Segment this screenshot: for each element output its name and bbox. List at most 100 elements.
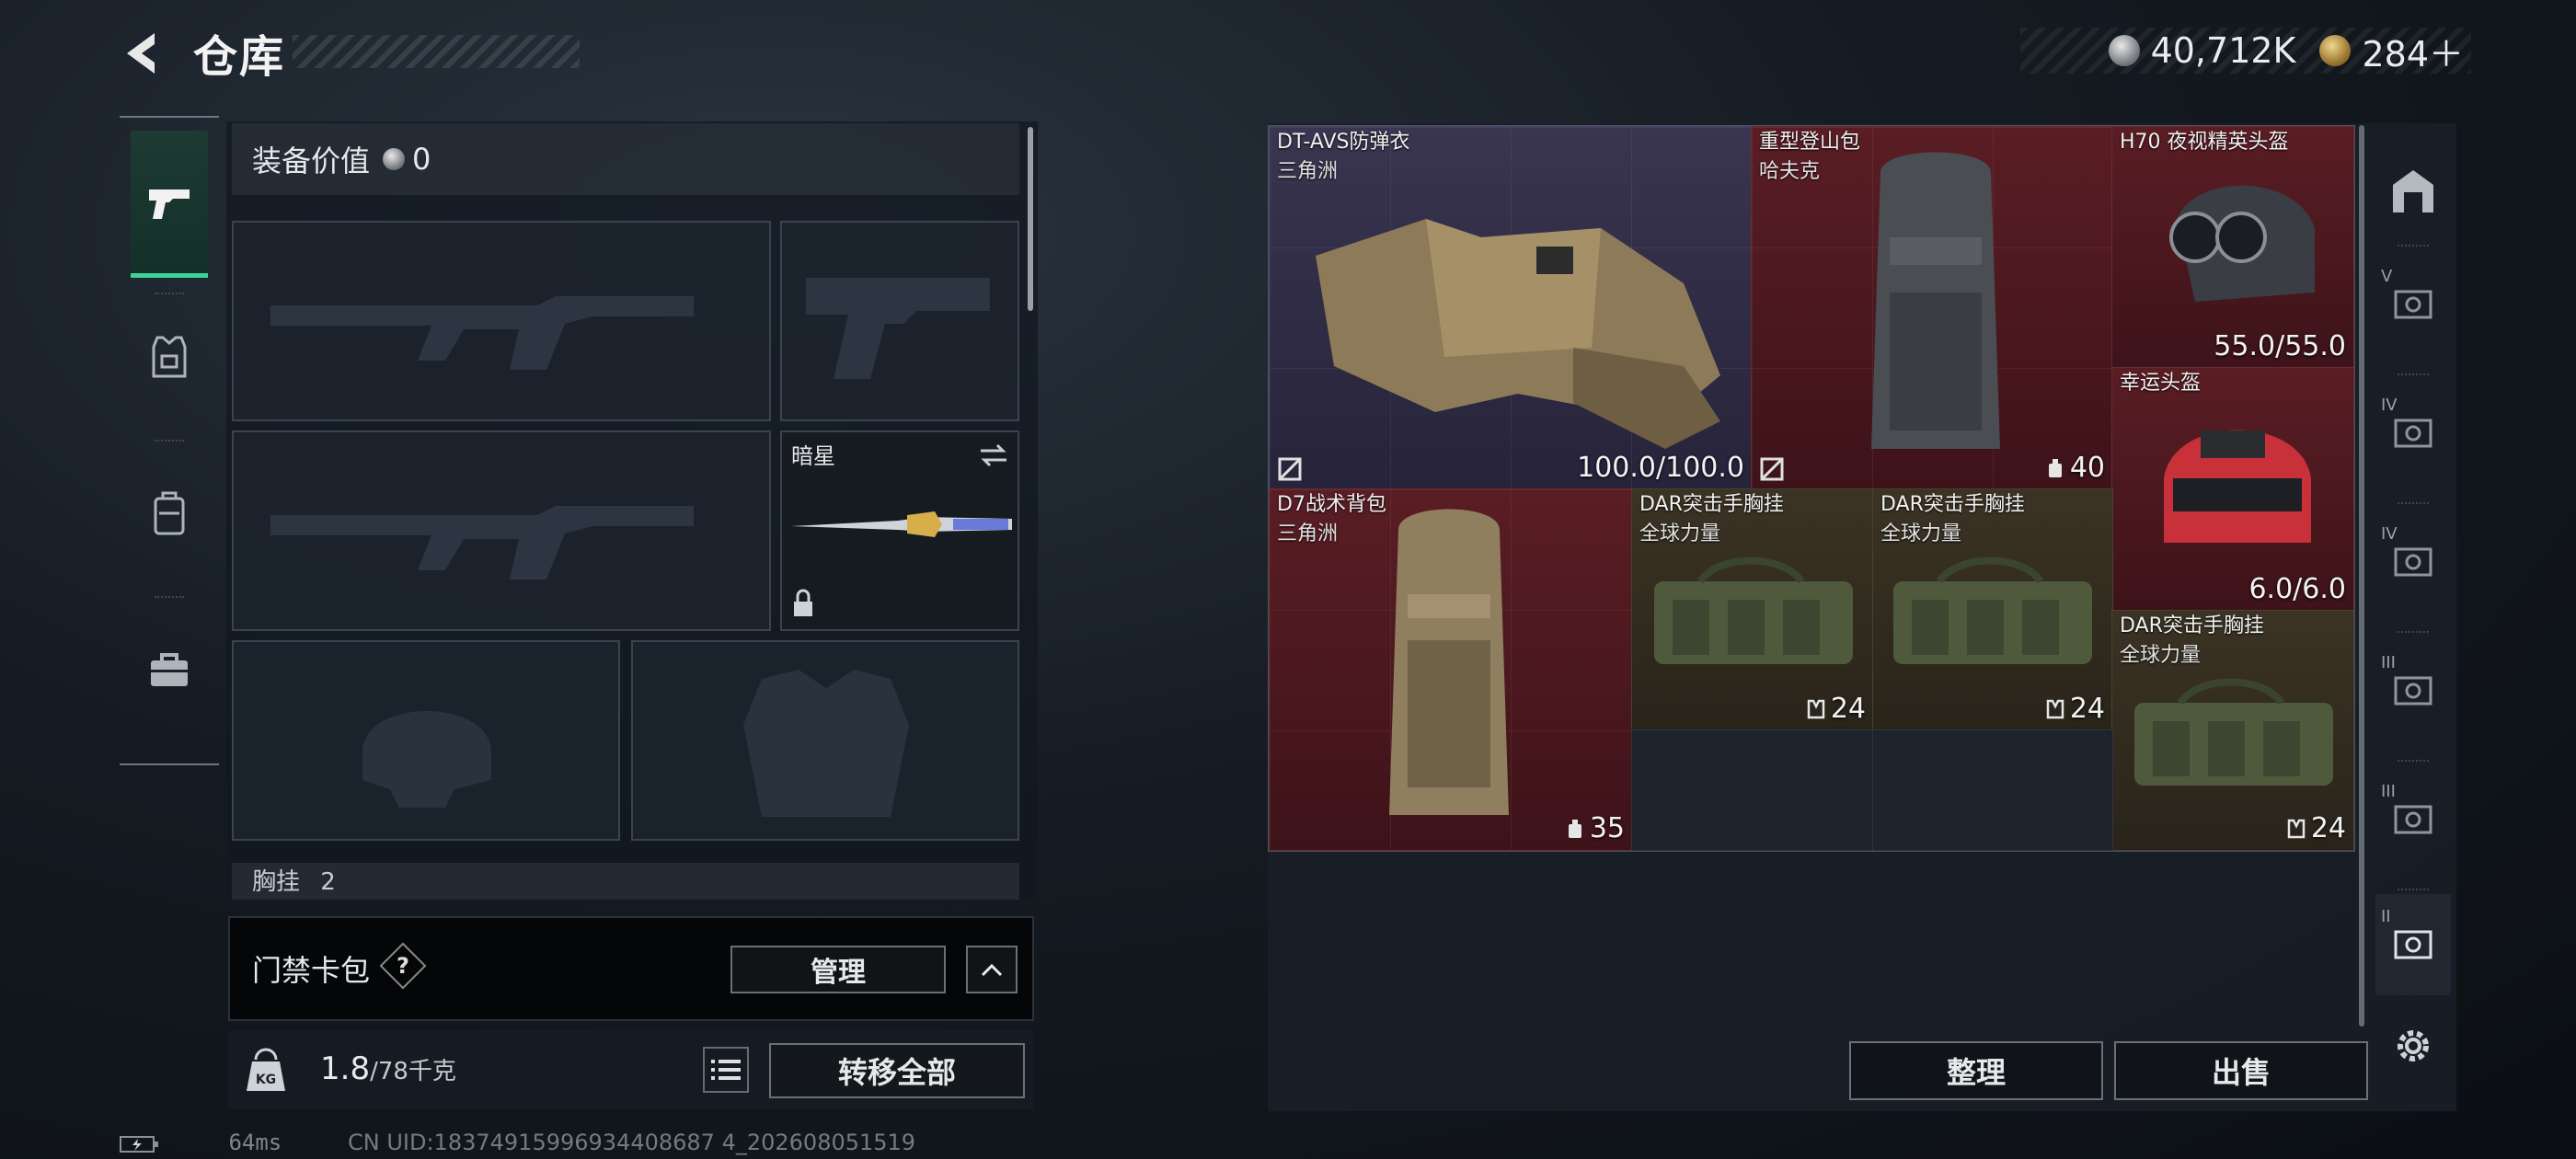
keycard-label: 门禁卡包 bbox=[252, 953, 371, 988]
stash-tab-iii-b[interactable]: III bbox=[2375, 769, 2451, 870]
armor-slot[interactable] bbox=[631, 640, 1019, 841]
chest-rig-image bbox=[2134, 678, 2333, 786]
item-name: DT-AVS防弹衣 bbox=[1277, 131, 1410, 154]
back-button[interactable] bbox=[118, 26, 173, 81]
stash-page-icon bbox=[2394, 930, 2432, 959]
helmet-image bbox=[2164, 430, 2311, 543]
item-name: DAR突击手胸挂 bbox=[1880, 493, 2025, 516]
nav-case[interactable] bbox=[131, 596, 208, 743]
lock-icon bbox=[794, 589, 812, 616]
stash-scrollbar[interactable] bbox=[2359, 125, 2364, 1027]
melee-slot[interactable]: 暗星 bbox=[780, 430, 1019, 631]
nav-weapons[interactable] bbox=[131, 131, 208, 278]
item-brand: 三角洲 bbox=[1277, 522, 1339, 545]
list-view-button[interactable] bbox=[703, 1047, 749, 1093]
sell-button[interactable]: 出售 bbox=[2114, 1041, 2368, 1100]
svg-text:KG: KG bbox=[256, 1073, 276, 1087]
backpack-capacity-icon bbox=[1568, 820, 1581, 838]
item-name: 幸运头盔 bbox=[2120, 372, 2202, 395]
stash-page-icon bbox=[2394, 290, 2432, 319]
stash-tab-iv-b[interactable]: IV bbox=[2375, 511, 2451, 613]
item-capacity: 24 bbox=[2287, 812, 2346, 844]
status-bar: 64ms bbox=[120, 1130, 282, 1155]
silver-coin-icon bbox=[383, 148, 406, 170]
item-capacity: 35 bbox=[1566, 812, 1625, 844]
item-durability: 6.0/6.0 bbox=[2248, 573, 2346, 605]
item-brand: 全球力量 bbox=[1880, 522, 1962, 545]
gold-balance[interactable]: 284＋ bbox=[2362, 26, 2464, 76]
equip-value: 0 bbox=[412, 142, 431, 177]
primary-weapon-slot[interactable] bbox=[232, 221, 771, 421]
stash-item-chest-rig[interactable]: DAR突击手胸挂 全球力量 24 bbox=[2111, 610, 2354, 851]
collapse-button[interactable] bbox=[966, 946, 1018, 993]
rifle-silhouette-icon bbox=[270, 296, 694, 370]
no-insurance-icon bbox=[1760, 457, 1784, 481]
stash-tabs: V IV IV III III II bbox=[2375, 125, 2451, 995]
pistol-icon bbox=[149, 189, 190, 219]
page-title: 仓库 bbox=[193, 31, 286, 83]
stash-tab-iv-a[interactable]: IV bbox=[2375, 383, 2451, 484]
item-brand: 全球力量 bbox=[2120, 644, 2202, 667]
item-capacity: 24 bbox=[1807, 693, 1866, 725]
empty-slot[interactable] bbox=[1631, 729, 1874, 851]
helmet-silhouette-icon bbox=[362, 711, 491, 808]
nav-armor[interactable] bbox=[131, 283, 208, 430]
stash-item-heavy-backpack[interactable]: 重型登山包 哈夫克 40 bbox=[1751, 126, 2113, 490]
stash-item-chest-rig[interactable]: DAR突击手胸挂 全球力量 24 bbox=[1631, 488, 1874, 731]
stash-item-h70-helmet[interactable]: H70 夜视精英头盔 55.0/55.0 bbox=[2111, 126, 2354, 369]
item-durability: 100.0/100.0 bbox=[1577, 452, 1744, 484]
melee-name: 暗星 bbox=[791, 443, 835, 469]
item-capacity: 24 bbox=[2046, 693, 2105, 725]
chest-rig-count: 2 bbox=[320, 868, 336, 896]
weight-max: /78千克 bbox=[370, 1058, 456, 1085]
help-icon[interactable]: ? bbox=[379, 942, 427, 990]
item-name: DAR突击手胸挂 bbox=[1639, 493, 1784, 516]
backpack-capacity-icon bbox=[2048, 459, 2062, 477]
rifle-silhouette-icon bbox=[270, 506, 694, 580]
stash-item-chest-rig[interactable]: DAR突击手胸挂 全球力量 24 bbox=[1872, 488, 2113, 731]
loadout-scrollbar[interactable] bbox=[1028, 127, 1033, 311]
equip-value-row: 装备价值 0 bbox=[232, 123, 1019, 195]
weight-bar: KG 1.8/78千克 转移全部 bbox=[228, 1030, 1034, 1109]
empty-slot[interactable] bbox=[1872, 729, 2113, 851]
nav-backpack[interactable] bbox=[131, 440, 208, 587]
stash-tab-v[interactable]: V bbox=[2375, 254, 2451, 355]
stash-tab-home[interactable] bbox=[2375, 140, 2451, 241]
backpack-image bbox=[1871, 152, 2000, 449]
stash-tab-iii-a[interactable]: III bbox=[2375, 640, 2451, 741]
silver-coin-icon bbox=[2108, 35, 2140, 66]
currency-bar: 40,712K 284＋ bbox=[2020, 26, 2471, 76]
stash-page-icon bbox=[2394, 676, 2432, 706]
item-brand: 全球力量 bbox=[1639, 522, 1721, 545]
helmet-slot[interactable] bbox=[232, 640, 620, 841]
chest-rig-capacity-icon bbox=[1807, 699, 1825, 719]
briefcase-icon bbox=[151, 653, 188, 686]
stash-item-d7-backpack[interactable]: D7战术背包 三角洲 35 bbox=[1269, 488, 1633, 851]
armor-vest-image bbox=[1316, 219, 1720, 449]
sidearm-slot[interactable] bbox=[780, 221, 1019, 421]
backpack-image bbox=[1389, 509, 1509, 815]
manage-button[interactable]: 管理 bbox=[730, 946, 946, 993]
stash-grid: DT-AVS防弹衣 三角洲 100.0/100.0 重型登山包 哈夫克 40 H… bbox=[1268, 125, 2355, 852]
secondary-weapon-slot[interactable] bbox=[232, 430, 771, 631]
stash-item-armor[interactable]: DT-AVS防弹衣 三角洲 100.0/100.0 bbox=[1269, 126, 1753, 490]
settings-button[interactable] bbox=[2390, 1023, 2436, 1069]
pistol-silhouette-icon bbox=[806, 278, 990, 379]
gold-coin-icon bbox=[2319, 35, 2352, 66]
stash-item-lucky-helmet[interactable]: 幸运头盔 6.0/6.0 bbox=[2111, 367, 2354, 612]
chest-rig-header: 胸挂 2 bbox=[232, 863, 1019, 900]
ping-readout: 64ms bbox=[228, 1130, 282, 1155]
stash-tab-ii[interactable]: II bbox=[2375, 894, 2451, 995]
stash-page-icon bbox=[2394, 547, 2432, 577]
chest-rig-capacity-icon bbox=[2046, 699, 2064, 719]
transfer-all-button[interactable]: 转移全部 bbox=[769, 1043, 1025, 1098]
swap-icon[interactable] bbox=[977, 442, 1010, 469]
item-brand: 三角洲 bbox=[1277, 160, 1339, 183]
side-nav bbox=[120, 116, 219, 765]
chest-rig-image bbox=[1893, 557, 2092, 664]
battery-icon bbox=[120, 1136, 158, 1153]
back-arrow-icon bbox=[127, 33, 155, 74]
sort-button[interactable]: 整理 bbox=[1849, 1041, 2103, 1100]
list-icon bbox=[711, 1060, 741, 1080]
chest-rig-capacity-icon bbox=[2287, 819, 2306, 839]
